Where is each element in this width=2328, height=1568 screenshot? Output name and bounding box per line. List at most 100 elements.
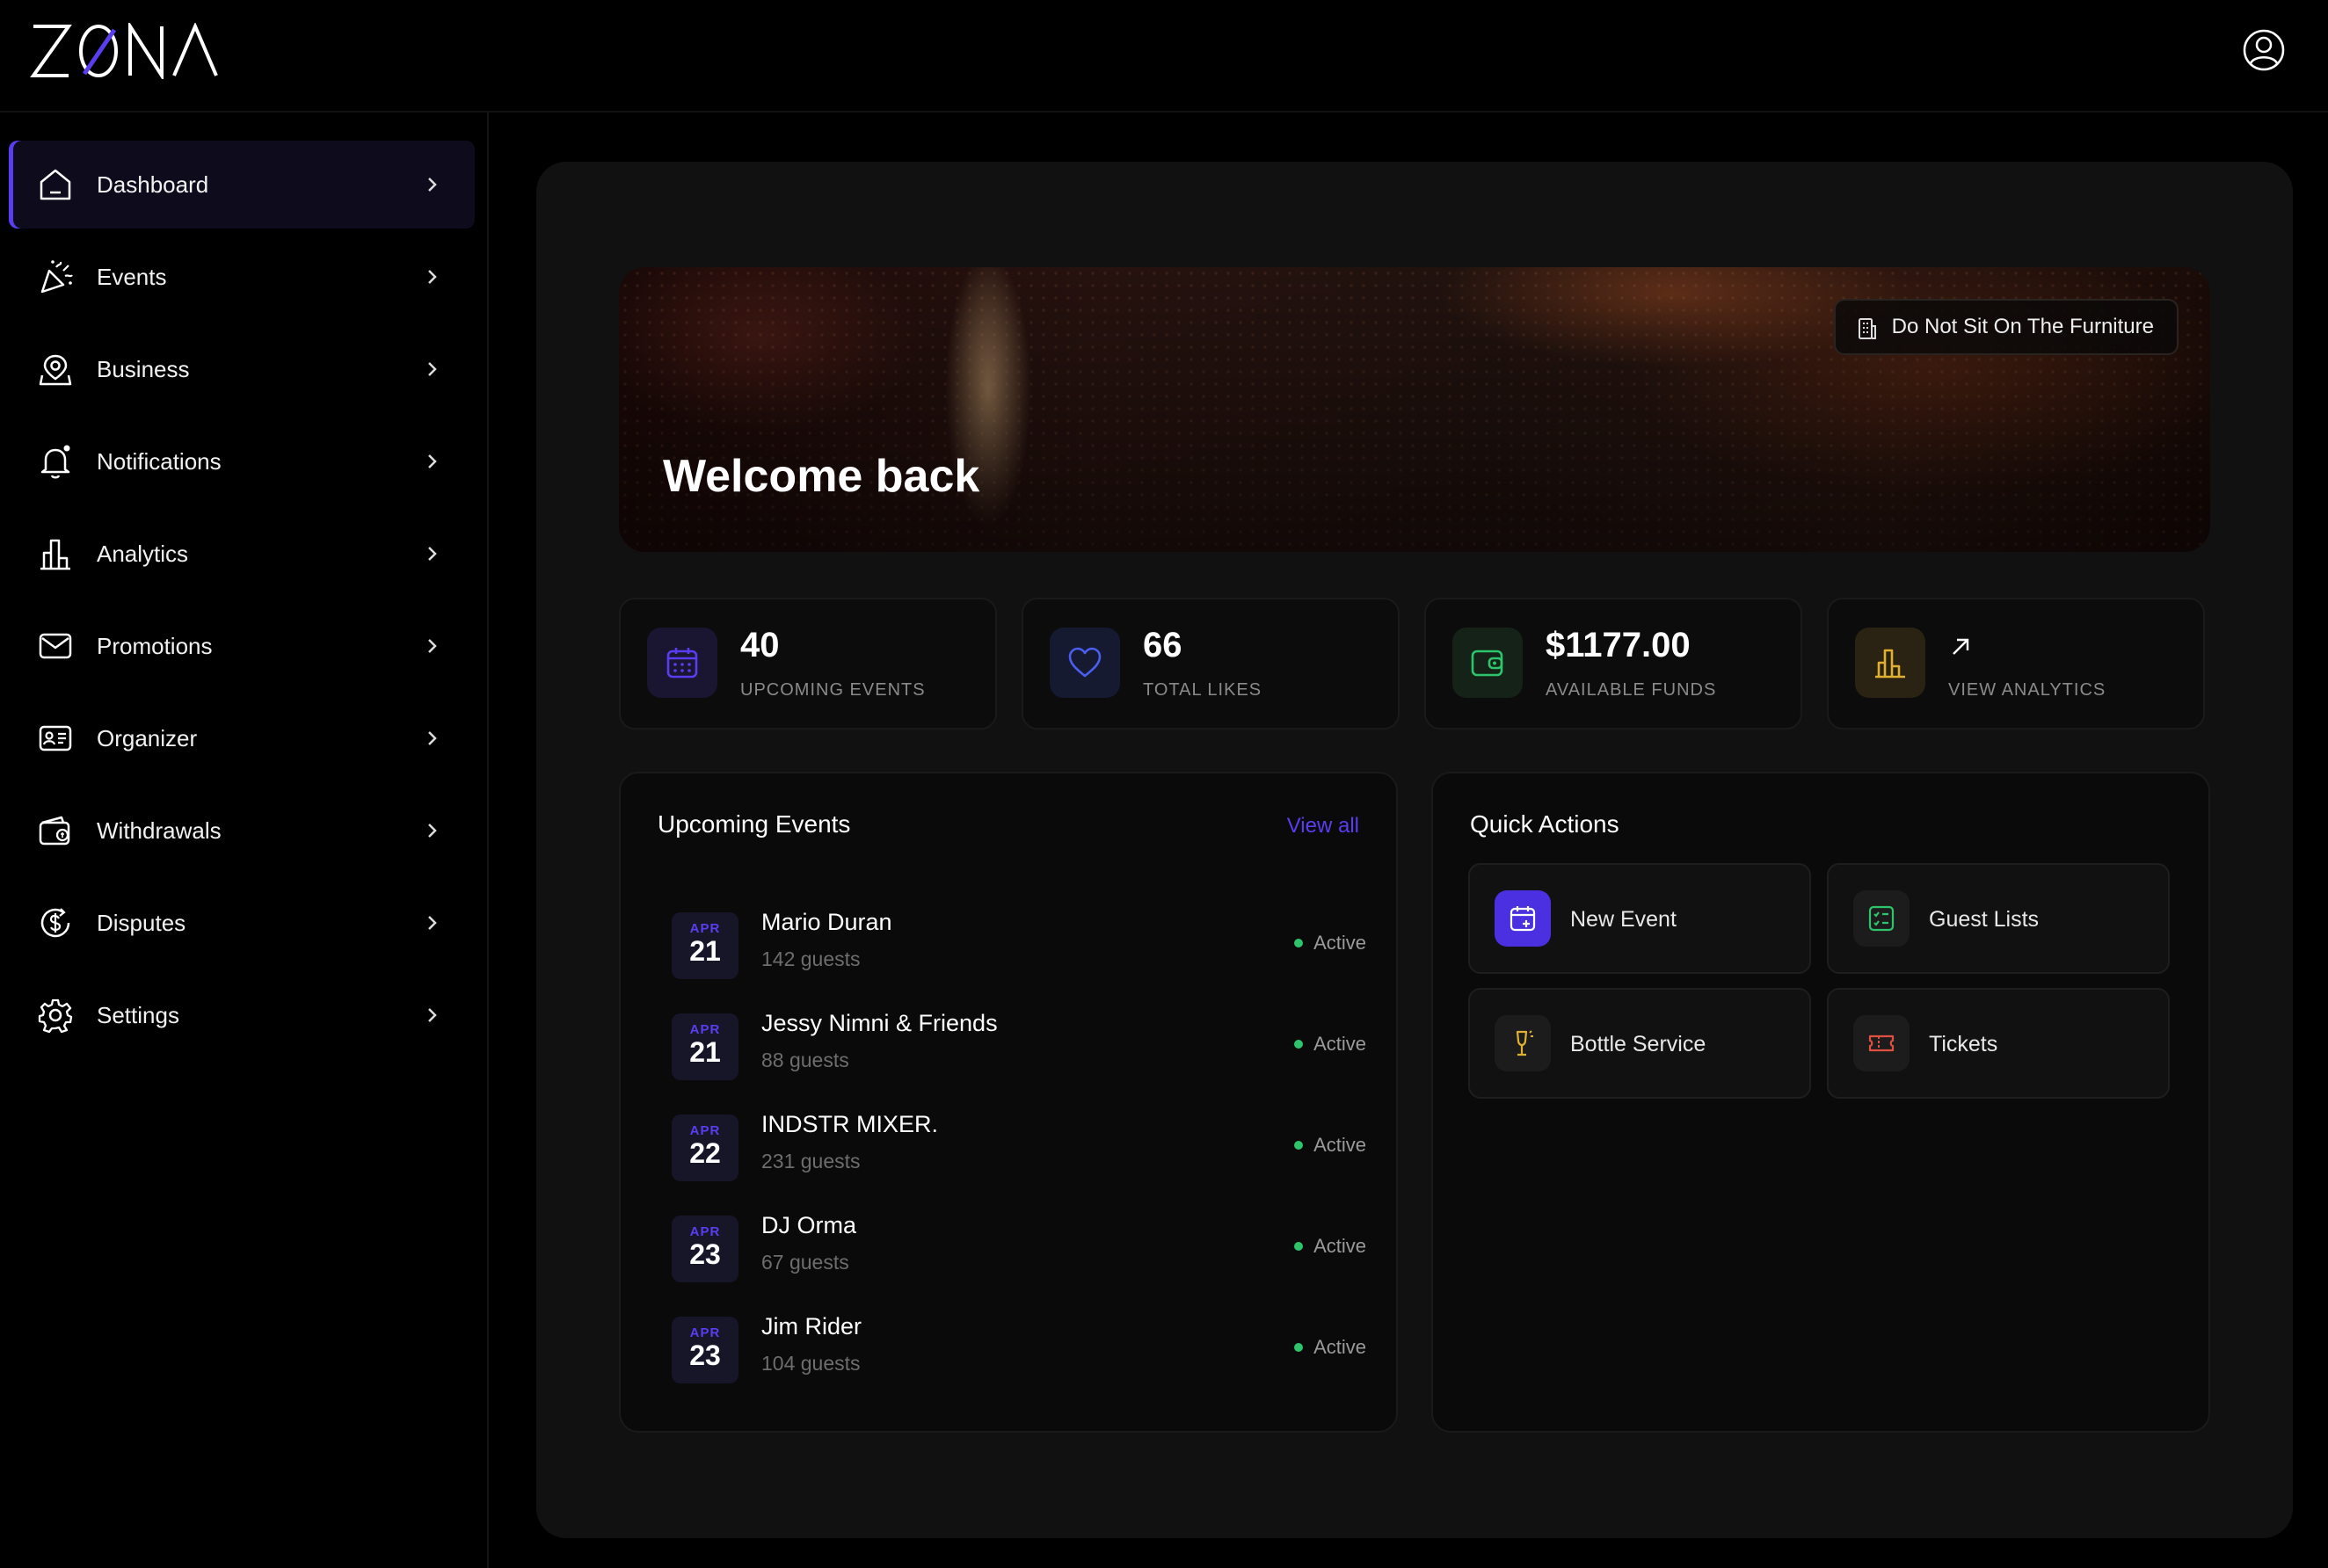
status-dot <box>1294 1242 1304 1251</box>
status-dot <box>1294 939 1304 947</box>
sidebar-item-label: Business <box>97 355 190 382</box>
new-event-button[interactable]: New Event <box>1468 863 1811 974</box>
stat-value: 40 <box>740 626 780 664</box>
guest-lists-button[interactable]: Guest Lists <box>1827 863 2170 974</box>
sidebar-item-analytics[interactable]: Analytics <box>9 510 475 598</box>
status-text: Active <box>1313 1134 1366 1156</box>
sidebar-item-promotions[interactable]: Promotions <box>9 602 475 690</box>
bottle-service-button[interactable]: Bottle Service <box>1468 988 1811 1099</box>
wallet-icon <box>39 816 70 846</box>
qa-label: Bottle Service <box>1570 1032 1706 1056</box>
bar-chart-icon <box>1875 649 1905 679</box>
event-name: Jim Rider <box>761 1313 862 1339</box>
stat-icon-box <box>1452 628 1523 698</box>
stat-label: AVAILABLE FUNDS <box>1546 680 1717 700</box>
event-guests: 231 guests <box>761 1150 861 1172</box>
date-month: APR <box>689 1123 721 1138</box>
date-badge: APR 23 <box>672 1317 738 1383</box>
view-all-link[interactable]: View all <box>1287 814 1359 838</box>
chevron-right-icon <box>428 547 437 561</box>
date-day: 23 <box>689 1238 721 1270</box>
chevron-right-icon <box>428 1008 437 1022</box>
qa-icon-box <box>1853 1015 1910 1071</box>
date-badge: APR 21 <box>672 912 738 979</box>
date-month: APR <box>689 1022 721 1037</box>
event-row[interactable]: APR 21 Jessy Nimni & Friends 88 guests A… <box>672 1008 1366 1093</box>
sidebar-item-label: Analytics <box>97 540 189 567</box>
qa-icon-box <box>1853 890 1910 947</box>
sidebar-item-withdrawals[interactable]: Withdrawals <box>9 787 475 875</box>
status-badge: Active <box>1294 1235 1366 1258</box>
event-name: Jessy Nimni & Friends <box>761 1010 998 1036</box>
sidebar-item-label: Events <box>97 263 167 290</box>
sidebar-item-business[interactable]: Business <box>9 325 475 413</box>
sidebar-item-organizer[interactable]: Organizer <box>9 694 475 782</box>
event-row[interactable]: APR 23 Jim Rider 104 guests Active <box>672 1311 1366 1396</box>
sidebar-item-label: Withdrawals <box>97 817 222 844</box>
status-dot <box>1294 1141 1304 1150</box>
qa-icon-box <box>1495 890 1551 947</box>
stat-value: $1177.00 <box>1546 626 1691 664</box>
status-badge: Active <box>1294 1134 1366 1157</box>
calendar-plus-icon <box>1510 906 1536 932</box>
zona-logo[interactable] <box>30 23 223 79</box>
event-guests: 142 guests <box>761 947 861 970</box>
card-title: Upcoming Events <box>658 810 851 838</box>
stat-card-total-likes[interactable]: 66 TOTAL LIKES <box>1022 598 1400 730</box>
date-month: APR <box>689 921 721 936</box>
event-row[interactable]: APR 21 Mario Duran 142 guests Active <box>672 907 1366 991</box>
welcome-banner: Welcome back Do Not Sit On The Furniture <box>619 267 2210 552</box>
calendar-icon <box>666 648 698 679</box>
mail-icon <box>39 633 72 659</box>
sidebar-item-label: Disputes <box>97 909 186 936</box>
status-dot <box>1294 1343 1304 1352</box>
bar-chart-icon <box>40 539 70 570</box>
status-dot <box>1294 1040 1304 1049</box>
sidebar-item-label: Promotions <box>97 632 213 659</box>
sidebar-item-disputes[interactable]: Disputes <box>9 879 475 967</box>
ticket-icon <box>1868 1034 1895 1052</box>
stat-icon-box <box>1855 628 1925 698</box>
event-row[interactable]: APR 22 INDSTR MIXER. 231 guests Active <box>672 1109 1366 1194</box>
stat-card-upcoming-events[interactable]: 40 UPCOMING EVENTS <box>619 598 997 730</box>
date-month: APR <box>689 1325 721 1340</box>
status-text: Active <box>1313 1336 1366 1358</box>
status-text: Active <box>1313 1033 1366 1055</box>
date-day: 23 <box>689 1339 721 1371</box>
tickets-button[interactable]: Tickets <box>1827 988 2170 1099</box>
venue-selector[interactable]: Do Not Sit On The Furniture <box>1833 299 2179 355</box>
sidebar-item-dashboard[interactable]: Dashboard <box>9 141 475 229</box>
sidebar-item-label: Dashboard <box>97 171 209 198</box>
sidebar-item-events[interactable]: Events <box>9 233 475 321</box>
chevron-right-icon <box>428 824 437 838</box>
profile-icon[interactable] <box>2242 28 2286 72</box>
chevron-right-icon <box>428 916 437 930</box>
event-row[interactable]: APR 23 DJ Orma 67 guests Active <box>672 1210 1366 1295</box>
checklist-icon <box>1868 905 1895 932</box>
party-popper-icon <box>40 260 73 294</box>
chevron-right-icon <box>428 270 437 284</box>
status-badge: Active <box>1294 1336 1366 1359</box>
upcoming-events-card: Upcoming Events View all APR 21 Mario Du… <box>619 772 1398 1433</box>
stat-card-view-analytics[interactable]: VIEW ANALYTICS <box>1827 598 2205 730</box>
quick-actions-card: Quick Actions New Event Guest Lists Bott… <box>1431 772 2210 1433</box>
main-panel: Welcome back Do Not Sit On The Furniture… <box>536 162 2293 1538</box>
status-text: Active <box>1313 1235 1366 1257</box>
status-badge: Active <box>1294 1033 1366 1056</box>
event-name: INDSTR MIXER. <box>761 1111 939 1137</box>
date-badge: APR 23 <box>672 1216 738 1282</box>
home-icon <box>40 169 71 200</box>
building-icon <box>1858 318 1876 339</box>
chevron-right-icon <box>428 362 437 376</box>
qa-label: Guest Lists <box>1929 907 2040 932</box>
sidebar-item-settings[interactable]: Settings <box>9 971 475 1059</box>
date-badge: APR 21 <box>672 1013 738 1080</box>
sidebar-item-label: Settings <box>97 1001 179 1028</box>
stat-card-available-funds[interactable]: $1177.00 AVAILABLE FUNDS <box>1424 598 1802 730</box>
wallet-icon <box>1471 650 1503 677</box>
sidebar-item-notifications[interactable]: Notifications <box>9 417 475 505</box>
chevron-right-icon <box>428 639 437 653</box>
bell-icon <box>40 445 70 479</box>
sidebar-item-label: Organizer <box>97 724 198 751</box>
stat-value: 66 <box>1143 626 1182 664</box>
